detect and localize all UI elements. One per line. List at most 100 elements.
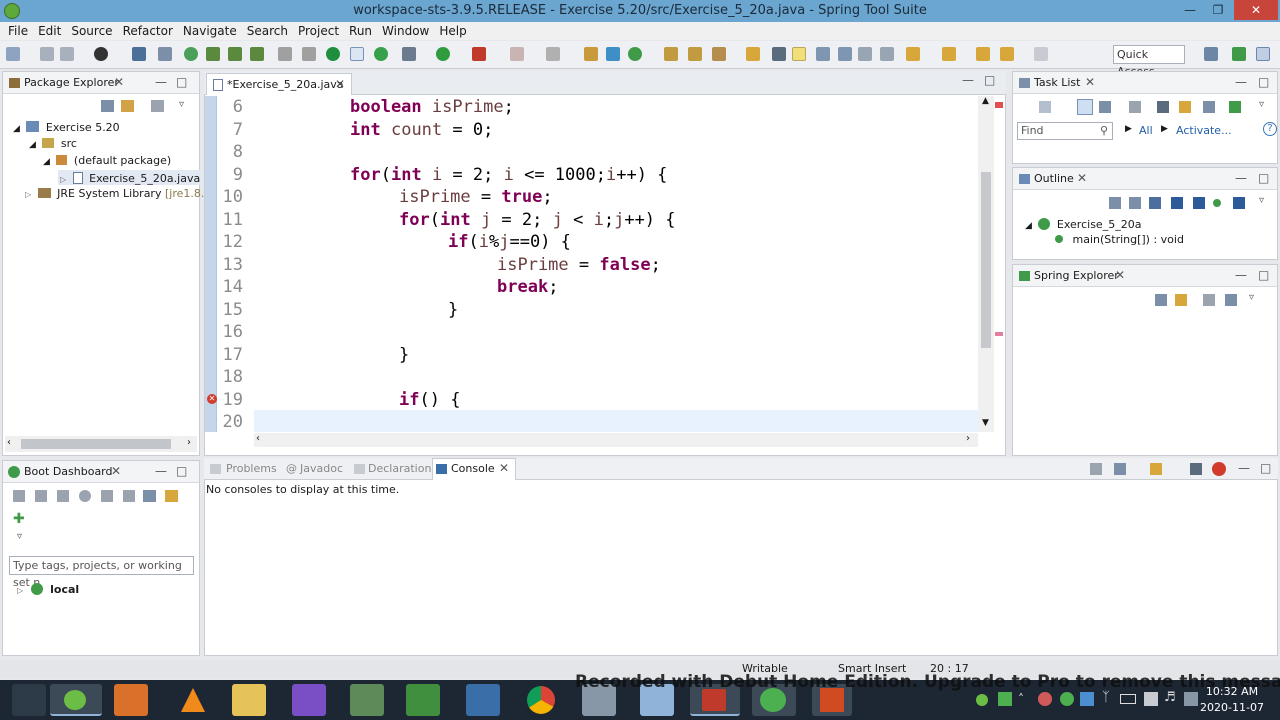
tray-keyboard-icon[interactable] [1184, 692, 1198, 706]
overview-marker[interactable] [995, 332, 1003, 336]
console-settings-icon[interactable] [1190, 463, 1202, 475]
last-edit-icon[interactable] [976, 47, 990, 61]
menu-refactor[interactable]: Refactor [118, 22, 178, 40]
spring-icon[interactable] [326, 47, 340, 61]
tray-volume-icon[interactable]: ♬ [1164, 690, 1176, 705]
annotation-icon[interactable] [816, 47, 830, 61]
debug-icon[interactable] [402, 47, 416, 61]
focus-icon[interactable] [1129, 101, 1141, 113]
file-explorer-icon[interactable] [232, 684, 266, 716]
minimize-view-icon[interactable]: — [1235, 171, 1247, 185]
pin-icon[interactable] [772, 47, 786, 61]
tray-battery-icon[interactable] [1120, 694, 1136, 704]
tab-declaration[interactable]: Declaration [368, 462, 431, 475]
hide-completed-icon[interactable] [1157, 101, 1169, 113]
minimize-view-icon[interactable]: — [1235, 75, 1247, 89]
next-annotation-icon[interactable] [906, 47, 920, 61]
prev-annotation-icon[interactable] [942, 47, 956, 61]
toggle-icon[interactable] [158, 47, 172, 61]
link-editor-icon[interactable] [1233, 197, 1245, 209]
open-perspective-icon[interactable] [1204, 47, 1218, 61]
search-tool-icon[interactable] [712, 47, 726, 61]
terminal-icon[interactable] [132, 47, 146, 61]
filter-icon[interactable] [151, 100, 164, 112]
hide-fields-icon[interactable] [1149, 197, 1161, 209]
minimize-view-icon[interactable]: — [1238, 461, 1250, 475]
view-menu-icon[interactable]: ▿ [179, 99, 184, 110]
highlight-icon[interactable] [792, 47, 806, 61]
minimize-view-icon[interactable]: — [155, 464, 167, 478]
profile-icon[interactable] [94, 47, 108, 61]
external-tools-icon[interactable] [472, 47, 486, 61]
tray-network-icon[interactable] [1144, 692, 1158, 706]
scroll-thumb[interactable] [981, 172, 991, 348]
spring-tool-suite-taskbar-icon[interactable] [50, 684, 102, 716]
link-icon[interactable] [165, 490, 178, 502]
close-button[interactable]: ✕ [1234, 0, 1278, 20]
minimize-editor-icon[interactable]: — [962, 73, 974, 87]
error-marker-icon[interactable]: ✕ [207, 394, 217, 404]
link-icon[interactable] [278, 47, 292, 61]
sort-icon[interactable] [1225, 294, 1237, 306]
tray-utorrent-icon[interactable] [1060, 692, 1074, 706]
filter-icon[interactable] [1203, 294, 1215, 306]
spring-boot-icon[interactable] [184, 47, 198, 61]
editor-vscroll[interactable]: ▲ ▼ [978, 96, 994, 432]
code-area[interactable]: boolean isPrime; int count = 0; for(int … [254, 96, 978, 432]
collapse-all-icon[interactable] [1155, 294, 1167, 306]
sort-icon[interactable] [1129, 197, 1141, 209]
close-tab-icon[interactable]: ✕ [1077, 171, 1087, 185]
mysql-workbench-icon[interactable] [466, 684, 500, 716]
minimize-button[interactable]: — [1176, 0, 1204, 20]
open-task-icon[interactable] [688, 47, 702, 61]
outline-item-class[interactable]: ◢ Exercise_5_20a [1025, 216, 1141, 231]
maximize-view-icon[interactable]: □ [1258, 268, 1269, 282]
link-editor-icon[interactable] [121, 100, 134, 112]
tree-item-jre[interactable]: ▷ JRE System Library [jre1.8.0_1 [25, 187, 224, 200]
maximize-view-icon[interactable]: □ [1258, 75, 1269, 89]
start-button-icon[interactable] [12, 684, 46, 716]
close-tab-icon[interactable]: ✕ [114, 75, 124, 89]
run-icon[interactable] [436, 47, 450, 61]
tree-item-src[interactable]: ◢ src [29, 137, 77, 150]
menu-file[interactable]: File [3, 22, 33, 40]
save-all-icon[interactable] [60, 47, 74, 61]
hide-local-types-icon[interactable] [1213, 199, 1221, 207]
collapse-all-icon[interactable] [1109, 197, 1121, 209]
vlc-icon[interactable] [176, 684, 210, 716]
tab-javadoc[interactable]: Javadoc [300, 462, 343, 475]
minimize-view-icon[interactable]: — [155, 75, 167, 89]
spring-bean-icon[interactable] [250, 47, 264, 61]
spring-starter-icon[interactable] [228, 47, 242, 61]
tree-item-java-file[interactable]: ▷ Exercise_5_20a.java [58, 170, 203, 185]
new-task-icon[interactable] [1039, 101, 1051, 113]
maximize-view-icon[interactable]: □ [1258, 171, 1269, 185]
link-editor-icon[interactable] [1175, 294, 1187, 306]
mark-icon[interactable] [746, 47, 760, 61]
block-selection-icon[interactable] [838, 47, 852, 61]
show-whitespace-icon[interactable] [880, 47, 894, 61]
spring-console-icon[interactable] [1212, 462, 1226, 476]
new-class-icon[interactable] [606, 47, 620, 61]
tray-app-icon[interactable] [1038, 692, 1052, 706]
view-menu-icon[interactable]: ▿ [17, 531, 22, 542]
tree-item-default-package[interactable]: ◢ (default package) [43, 154, 171, 167]
hide-nonpublic-icon[interactable] [1193, 197, 1205, 209]
outline-item-method[interactable]: main(String[]) : void [1055, 233, 1184, 246]
open-type-icon[interactable] [584, 47, 598, 61]
add-target-icon[interactable]: ✚ [13, 511, 25, 527]
word-wrap-icon[interactable] [858, 47, 872, 61]
scheduled-icon[interactable] [1099, 101, 1111, 113]
open-console-icon[interactable] [1150, 463, 1162, 475]
menu-edit[interactable]: Edit [33, 22, 66, 40]
package-explorer-hscroll[interactable]: ‹ › [5, 436, 197, 452]
task-find-input[interactable]: Find ⚲ [1017, 122, 1113, 140]
hide-static-icon[interactable] [1171, 197, 1183, 209]
git-icon[interactable] [350, 684, 384, 716]
activate-link[interactable]: Activate... [1176, 124, 1232, 137]
view-menu-icon[interactable]: ▿ [1259, 195, 1264, 206]
save-icon[interactable] [40, 47, 54, 61]
maximize-view-icon[interactable]: □ [176, 75, 187, 89]
chrome-icon[interactable] [524, 684, 558, 716]
display-console-icon[interactable] [1114, 463, 1126, 475]
